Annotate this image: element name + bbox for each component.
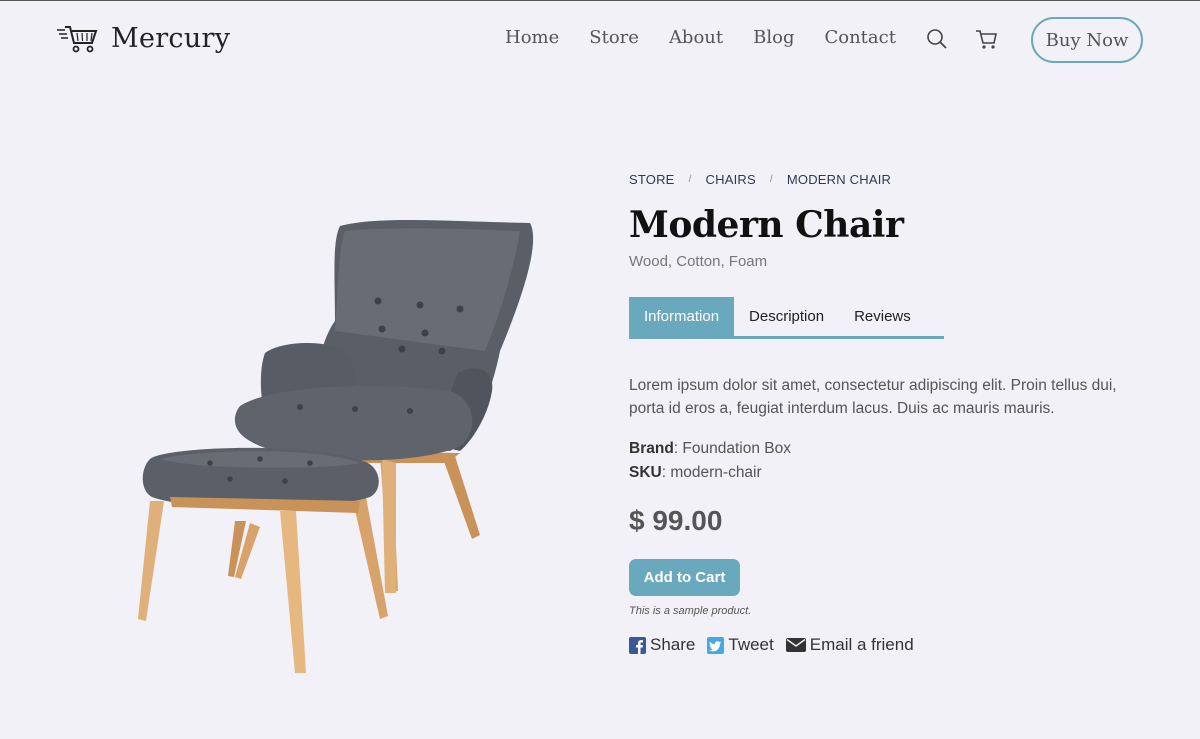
product-price: $ 99.00 <box>629 505 723 536</box>
product-image <box>138 219 534 673</box>
tab-reviews[interactable]: Reviews <box>839 297 926 336</box>
facebook-share-link[interactable]: Share <box>629 635 695 655</box>
twitter-icon <box>707 636 725 654</box>
site-header: Mercury Home Store About Blog Contact Bu… <box>0 1 1200 81</box>
brand-logo[interactable]: Mercury <box>55 23 230 54</box>
envelope-icon <box>785 638 806 652</box>
search-icon[interactable] <box>926 28 948 50</box>
add-to-cart-button[interactable]: Add to Cart <box>629 559 740 596</box>
brand-value: : Foundation Box <box>673 440 791 457</box>
product-meta: Brand: Foundation Box SKU: modern-chair <box>629 437 1149 485</box>
sku-row: SKU: modern-chair <box>629 461 1149 485</box>
buy-now-button[interactable]: Buy Now <box>1031 17 1143 63</box>
brand-label: Brand <box>629 440 674 457</box>
twitter-share-link[interactable]: Tweet <box>707 635 774 655</box>
twitter-share-label: Tweet <box>728 635 774 654</box>
breadcrumb: STORE / CHAIRS / MODERN CHAIR <box>629 169 1149 189</box>
product-page: Mercury Home Store About Blog Contact Bu… <box>0 0 1200 739</box>
sku-value: : modern-chair <box>661 464 762 481</box>
tab-information[interactable]: Information <box>629 297 735 336</box>
share-links: Share Tweet Email a friend <box>629 635 1149 655</box>
nav-contact[interactable]: Contact <box>824 27 895 48</box>
product-details: STORE / CHAIRS / MODERN CHAIR Modern Cha… <box>629 169 1149 655</box>
sku-label: SKU <box>629 464 662 481</box>
nav-blog[interactable]: Blog <box>753 27 794 48</box>
cart-icon[interactable] <box>975 28 997 50</box>
breadcrumb-chairs[interactable]: CHAIRS <box>706 172 756 187</box>
brand-row: Brand: Foundation Box <box>629 437 1149 461</box>
cart-logo-icon <box>57 25 98 52</box>
nav-about[interactable]: About <box>669 27 723 48</box>
breadcrumb-separator: / <box>688 173 692 185</box>
breadcrumb-current[interactable]: MODERN CHAIR <box>787 172 891 187</box>
product-tabs: Information Description Reviews <box>629 297 944 339</box>
product-description: Lorem ipsum dolor sit amet, consectetur … <box>629 377 1117 417</box>
product-title: Modern Chair <box>629 204 904 246</box>
sample-note: This is a sample product. <box>629 605 752 617</box>
breadcrumb-store[interactable]: STORE <box>629 172 675 187</box>
breadcrumb-separator: / <box>769 173 773 185</box>
facebook-icon <box>629 636 646 654</box>
tab-description[interactable]: Description <box>734 297 839 336</box>
nav-home[interactable]: Home <box>505 27 559 48</box>
brand-name: Mercury <box>111 23 231 54</box>
main-nav: Home Store About Blog Contact <box>505 27 926 48</box>
product-materials: Wood, Cotton, Foam <box>629 253 768 270</box>
email-share-link[interactable]: Email a friend <box>785 635 914 655</box>
nav-store[interactable]: Store <box>589 27 639 48</box>
facebook-share-label: Share <box>650 635 696 654</box>
email-share-label: Email a friend <box>809 635 914 654</box>
